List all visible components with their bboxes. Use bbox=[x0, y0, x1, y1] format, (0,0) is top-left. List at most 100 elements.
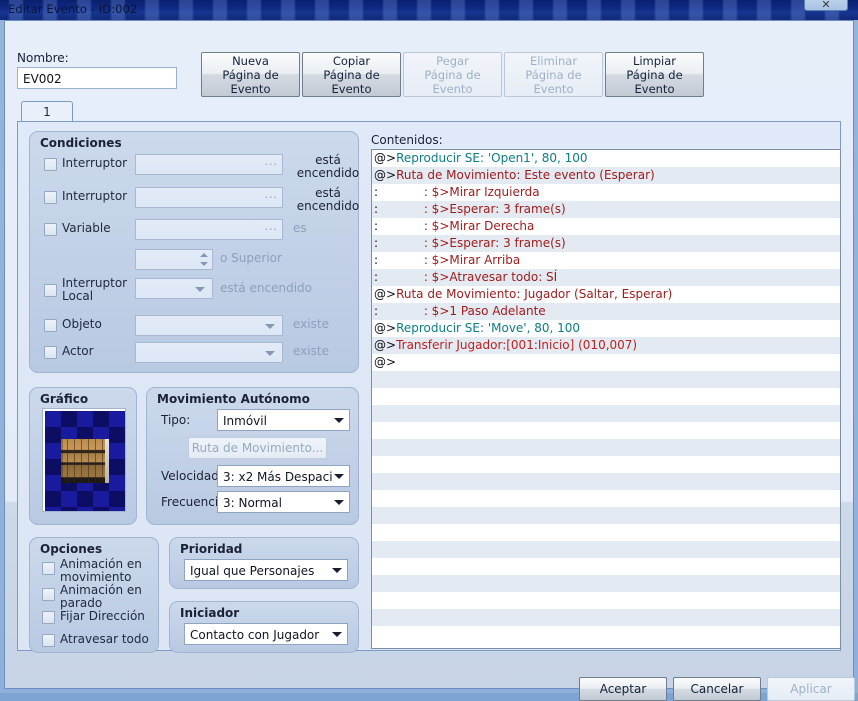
option-through-checkbox[interactable] bbox=[42, 634, 55, 647]
condition-actor-checkbox[interactable] bbox=[44, 346, 57, 359]
priority-combo[interactable]: Igual que Personajes bbox=[184, 559, 348, 581]
event-command-row[interactable]: @>Reproducir SE: 'Open1', 80, 100 bbox=[372, 150, 840, 167]
chevron-up-icon[interactable] bbox=[200, 253, 208, 257]
event-command-row[interactable]: : : $>Esperar: 3 frame(s) bbox=[372, 235, 840, 252]
event-command-empty-row[interactable] bbox=[372, 609, 840, 626]
condition-variable-field[interactable]: ··· bbox=[135, 219, 283, 240]
event-command-empty-row[interactable] bbox=[372, 626, 840, 643]
chevron-down-icon[interactable] bbox=[265, 351, 275, 356]
condition-variable-checkbox[interactable] bbox=[44, 223, 57, 236]
condition-item-checkbox[interactable] bbox=[44, 319, 57, 332]
event-command-row[interactable]: : : $>Mirar Izquierda bbox=[372, 184, 840, 201]
event-command-empty-row[interactable] bbox=[372, 541, 840, 558]
chevron-down-icon[interactable] bbox=[195, 287, 205, 292]
accept-button[interactable]: Aceptar bbox=[579, 677, 667, 701]
chevron-down-icon[interactable] bbox=[334, 474, 344, 479]
event-command-row[interactable]: @>Reproducir SE: 'Move', 80, 100 bbox=[372, 320, 840, 337]
condition-switch2-field[interactable]: ··· bbox=[135, 187, 283, 208]
movement-route-button: Ruta de Movimiento... bbox=[188, 437, 327, 459]
stepper-buttons[interactable] bbox=[197, 251, 210, 268]
command-text: : $>Esperar: 3 frame(s) bbox=[378, 236, 566, 250]
event-command-empty-row[interactable] bbox=[372, 490, 840, 507]
clear-event-page-button[interactable]: Limpiar Página de Evento bbox=[605, 52, 704, 97]
event-command-empty-row[interactable] bbox=[372, 592, 840, 609]
chevron-down-icon[interactable] bbox=[334, 500, 344, 505]
chevron-down-icon[interactable] bbox=[334, 418, 344, 423]
event-command-empty-row[interactable] bbox=[372, 422, 840, 439]
option-stopped-animation-checkbox[interactable] bbox=[42, 588, 55, 601]
condition-local-switch-suffix: está encendido bbox=[220, 281, 312, 295]
nombre-label: Nombre: bbox=[17, 51, 69, 65]
event-command-empty-row[interactable] bbox=[372, 439, 840, 456]
ellipsis-icon[interactable]: ··· bbox=[265, 158, 279, 171]
chevron-down-icon[interactable] bbox=[332, 568, 342, 573]
event-command-empty-row[interactable] bbox=[372, 388, 840, 405]
graphic-title: Gráfico bbox=[40, 392, 89, 406]
event-command-row[interactable]: : : $>1 Paso Adelante bbox=[372, 303, 840, 320]
condition-switch1-suffix: está encendido bbox=[296, 153, 360, 180]
graphic-preview-box[interactable] bbox=[42, 408, 126, 512]
event-command-empty-row[interactable] bbox=[372, 524, 840, 541]
trigger-combo[interactable]: Contacto con Jugador bbox=[184, 623, 348, 645]
event-command-row[interactable]: @>Transferir Jugador:[001:Inicio] (010,0… bbox=[372, 337, 840, 354]
condition-actor-combo[interactable] bbox=[135, 342, 283, 363]
contents-label: Contenidos: bbox=[371, 133, 443, 147]
client-inner: Nombre: EV002 Nueva Página de Evento Cop… bbox=[5, 21, 855, 701]
title-bar[interactable]: Editar Evento - ID:002 bbox=[0, 0, 858, 20]
condition-switch2-checkbox[interactable] bbox=[44, 191, 57, 204]
event-command-row[interactable]: : : $>Esperar: 3 frame(s) bbox=[372, 201, 840, 218]
client-area: Nombre: EV002 Nueva Página de Evento Cop… bbox=[4, 20, 855, 701]
tab-strip: 1 bbox=[17, 101, 841, 123]
window-title: Editar Evento - ID:002 bbox=[8, 2, 138, 16]
command-text: Ruta de Movimiento: Jugador (Saltar, Esp… bbox=[396, 287, 673, 301]
event-command-row[interactable]: @> bbox=[372, 354, 840, 371]
event-commands-list[interactable]: @>Reproducir SE: 'Open1', 80, 100 @>Ruta … bbox=[371, 149, 841, 649]
condition-switch1-label: Interruptor bbox=[62, 156, 128, 170]
option-moving-animation-checkbox[interactable] bbox=[42, 562, 55, 575]
condition-actor-label: Actor bbox=[62, 344, 94, 358]
cancel-button[interactable]: Cancelar bbox=[673, 677, 761, 701]
command-text: Reproducir SE: 'Move', 80, 100 bbox=[396, 321, 581, 335]
chevron-down-icon[interactable] bbox=[332, 632, 342, 637]
ellipsis-icon[interactable]: ··· bbox=[265, 223, 279, 236]
movement-type-combo[interactable]: Inmóvil bbox=[217, 409, 350, 431]
new-event-page-button[interactable]: Nueva Página de Evento bbox=[201, 52, 300, 97]
tab-page-1[interactable]: 1 bbox=[21, 101, 73, 123]
event-command-empty-row[interactable] bbox=[372, 558, 840, 575]
chevron-down-icon[interactable] bbox=[265, 324, 275, 329]
condition-local-switch-combo[interactable] bbox=[135, 278, 213, 299]
option-fix-direction-checkbox[interactable] bbox=[42, 611, 55, 624]
condition-switch2-suffix: está encendido bbox=[296, 186, 360, 213]
event-command-row[interactable]: @>Ruta de Movimiento: Este evento (Esper… bbox=[372, 167, 840, 184]
event-command-empty-row[interactable] bbox=[372, 371, 840, 388]
event-command-row[interactable]: @>Ruta de Movimiento: Jugador (Saltar, E… bbox=[372, 286, 840, 303]
event-command-row[interactable]: : : $>Mirar Arriba bbox=[372, 252, 840, 269]
condition-variable-value-stepper[interactable] bbox=[135, 249, 213, 270]
condition-item-label: Objeto bbox=[62, 317, 102, 331]
priority-title: Prioridad bbox=[180, 542, 243, 556]
condition-switch1-checkbox[interactable] bbox=[44, 158, 57, 171]
copy-event-page-button[interactable]: Copiar Página de Evento bbox=[302, 52, 401, 97]
chevron-down-icon[interactable] bbox=[200, 262, 208, 266]
event-command-empty-row[interactable] bbox=[372, 405, 840, 422]
command-text: : $>Esperar: 3 frame(s) bbox=[378, 202, 566, 216]
event-command-empty-row[interactable] bbox=[372, 507, 840, 524]
option-stopped-animation-label: Animación en parado bbox=[60, 583, 142, 610]
event-command-row[interactable]: : : $>Atravesar todo: SÍ bbox=[372, 269, 840, 286]
movement-speed-combo[interactable]: 3: x2 Más Despaci bbox=[217, 465, 350, 487]
condition-local-switch-checkbox[interactable] bbox=[44, 284, 57, 297]
movement-frequency-combo[interactable]: 3: Normal bbox=[217, 491, 350, 513]
condition-variable-suffix: es bbox=[293, 221, 307, 235]
event-command-row[interactable]: : : $>Mirar Derecha bbox=[372, 218, 840, 235]
close-button[interactable]: ✕ bbox=[804, 0, 848, 11]
condition-item-combo[interactable] bbox=[135, 315, 283, 336]
event-command-empty-row[interactable] bbox=[372, 575, 840, 592]
priority-group: Prioridad Igual que Personajes bbox=[169, 537, 359, 589]
nombre-input[interactable]: EV002 bbox=[17, 67, 177, 89]
condition-switch1-field[interactable]: ··· bbox=[135, 154, 283, 175]
command-text: : $>1 Paso Adelante bbox=[378, 304, 546, 318]
event-command-empty-row[interactable] bbox=[372, 456, 840, 473]
event-command-empty-row[interactable] bbox=[372, 473, 840, 490]
ellipsis-icon[interactable]: ··· bbox=[265, 191, 279, 204]
conditions-title: Condiciones bbox=[40, 136, 122, 150]
